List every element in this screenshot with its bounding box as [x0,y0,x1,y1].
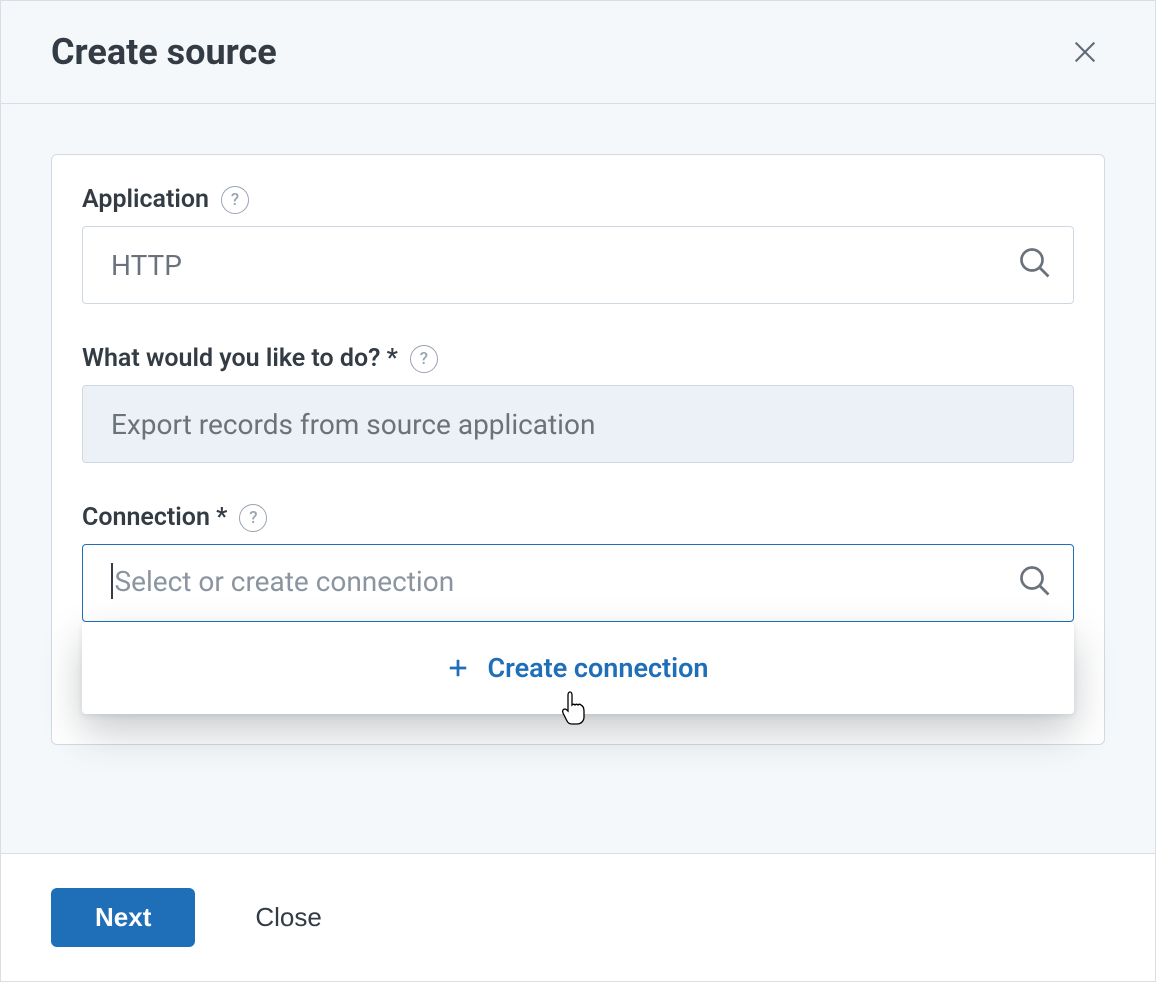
application-value: HTTP [111,249,182,282]
modal-footer: Next Close [1,853,1155,981]
application-field: Application ? HTTP [82,185,1074,304]
close-button[interactable] [1065,32,1105,72]
connection-label: Connection * [82,503,227,532]
action-label-row: What would you like to do? * ? [82,344,1074,373]
search-icon [1017,563,1053,603]
connection-placeholder: Select or create connection [111,565,454,602]
application-label-row: Application ? [82,185,1074,214]
action-input[interactable]: Export records from source application [82,385,1074,463]
action-label: What would you like to do? * [82,344,398,373]
create-source-modal: Create source Application ? HTTP [0,0,1156,982]
close-link[interactable]: Close [255,902,321,933]
search-icon [1017,245,1053,285]
application-label: Application [82,185,209,214]
create-connection-button[interactable]: Create connection [447,652,708,684]
modal-title: Create source [51,31,277,73]
modal-body: Application ? HTTP What would you like t… [1,104,1155,853]
action-field: What would you like to do? * ? Export re… [82,344,1074,463]
connection-dropdown: Create connection [82,622,1074,714]
help-icon[interactable]: ? [410,345,438,373]
close-icon [1071,38,1099,66]
help-icon[interactable]: ? [221,186,249,214]
modal-header: Create source [1,1,1155,104]
form-card: Application ? HTTP What would you like t… [51,154,1105,745]
plus-icon [447,657,469,679]
application-input[interactable]: HTTP [82,226,1074,304]
next-button[interactable]: Next [51,888,195,947]
create-connection-label: Create connection [487,652,708,684]
action-value: Export records from source application [111,408,595,441]
help-icon[interactable]: ? [239,504,267,532]
connection-field: Connection * ? Select or create connecti… [82,503,1074,714]
connection-label-row: Connection * ? [82,503,1074,532]
connection-input[interactable]: Select or create connection [82,544,1074,622]
